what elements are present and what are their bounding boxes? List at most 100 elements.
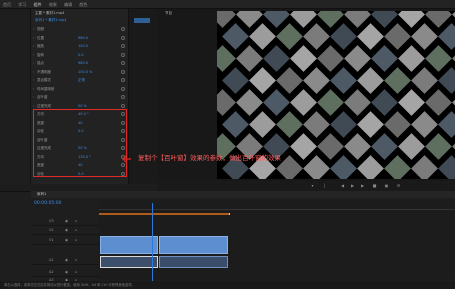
work-area-end xyxy=(229,213,230,215)
param-label: 不透明度 xyxy=(37,69,51,74)
keyframe-icon[interactable] xyxy=(121,52,125,57)
annotation-text: 复制个【百叶窗】效果的参数，做出百叶窗的效果 xyxy=(138,154,281,162)
expand-icon[interactable]: › xyxy=(33,69,34,75)
effect-param-row[interactable]: › 锚点 960.0 xyxy=(31,60,129,66)
track-header[interactable]: V3 ◉ ▫ xyxy=(31,217,99,226)
param-value[interactable]: 100.0 % xyxy=(78,69,92,75)
sequence-label: 序列1 * 素材1.mp4 xyxy=(35,18,67,22)
playhead[interactable] xyxy=(152,203,153,281)
lock-icon[interactable]: ▫ xyxy=(75,228,77,232)
lock-icon[interactable]: ▫ xyxy=(75,258,77,262)
transport-bar xyxy=(157,181,455,191)
keyframe-icon[interactable] xyxy=(121,35,125,40)
tab-color[interactable]: 颜色 xyxy=(76,0,90,9)
expand-icon[interactable]: › xyxy=(33,43,34,49)
video-clip-1[interactable] xyxy=(100,236,158,254)
keyframe-icon[interactable] xyxy=(121,78,125,82)
track-label: A2 xyxy=(49,270,54,274)
tab-home[interactable]: 首页 xyxy=(0,0,14,9)
track-header[interactable]: V1 ◉ ▫ xyxy=(31,236,99,245)
track-label: A1 xyxy=(49,258,54,262)
effect-param-row[interactable]: › 旋转 0.0 xyxy=(31,52,129,58)
step-forward-icon[interactable]: ▶ xyxy=(360,183,365,188)
effect-param-row[interactable]: › 不透明度 100.0 % xyxy=(31,69,129,75)
sequence-tab[interactable]: 序列1 xyxy=(37,192,46,197)
eye-icon[interactable]: ◉ xyxy=(65,228,68,232)
eye-icon[interactable]: ◉ xyxy=(65,270,68,274)
arrow-icon xyxy=(122,155,131,163)
lock-icon[interactable]: ▫ xyxy=(75,238,77,242)
param-label: 时间重映射 xyxy=(37,86,55,91)
param-label: 混合模式 xyxy=(37,78,51,82)
param-value[interactable]: 50 % xyxy=(78,103,87,109)
expand-icon[interactable]: › xyxy=(33,94,34,100)
track-label: V1 xyxy=(49,238,54,242)
effect-param-row[interactable]: › 百叶窗 xyxy=(31,94,129,100)
effect-param-row[interactable]: › 缩放 100.0 xyxy=(31,43,129,49)
mark-in-icon[interactable]: ▾ xyxy=(310,183,315,188)
effect-param-row[interactable]: › 混合模式 正常 xyxy=(31,77,129,83)
param-value[interactable]: 960.0 xyxy=(78,60,88,66)
expand-icon[interactable]: › xyxy=(33,60,34,66)
param-label: 过渡完成 xyxy=(37,103,51,108)
effect-param-row[interactable]: › 过渡完成 50 % xyxy=(31,103,129,109)
video-clip-2[interactable] xyxy=(159,236,228,254)
track-label: V2 xyxy=(49,228,54,232)
play-icon[interactable]: ▶ xyxy=(350,183,355,188)
expand-icon[interactable]: › xyxy=(33,86,34,92)
param-value[interactable]: 0.0 xyxy=(78,52,84,58)
keyframe-icon[interactable] xyxy=(121,103,125,108)
settings-icon[interactable]: ⚙ xyxy=(396,183,401,188)
param-value[interactable]: 960.0 xyxy=(78,35,88,41)
keyframe-icon[interactable] xyxy=(121,61,125,65)
camera-icon[interactable]: ▣ xyxy=(384,183,389,188)
tab-learn[interactable]: 学习 xyxy=(15,0,29,9)
lock-icon[interactable]: ▫ xyxy=(75,270,77,274)
export-frame-icon[interactable]: ■ xyxy=(372,183,377,188)
audio-clip-2[interactable] xyxy=(159,256,228,268)
expand-icon[interactable]: › xyxy=(33,35,34,41)
ec-clip-bar xyxy=(134,18,150,23)
param-value[interactable]: 正常 xyxy=(78,77,85,83)
keyframe-icon[interactable] xyxy=(121,69,125,74)
highlight-box xyxy=(33,109,127,177)
track-header[interactable]: A1 ◉ ▫ xyxy=(31,256,99,265)
eye-icon[interactable]: ◉ xyxy=(65,238,68,242)
effect-param-row[interactable]: › 视频 xyxy=(31,26,129,32)
keyframe-icon[interactable] xyxy=(121,27,125,31)
timeline-header: 序列1 xyxy=(31,191,455,198)
param-label: 位置 xyxy=(37,35,44,40)
tab-assembly[interactable]: 组件 xyxy=(31,0,45,9)
keyframe-icon[interactable] xyxy=(121,44,125,48)
audio-clip-1[interactable] xyxy=(100,256,158,268)
eye-icon[interactable]: ◉ xyxy=(65,258,68,262)
step-back-icon[interactable]: ◀ xyxy=(340,183,345,188)
status-bar: 单击以选择，或单击空白处并拖动以进行框选。使用 Shift、Alt 和 Ctrl… xyxy=(0,281,455,289)
mark-out-icon[interactable]: | xyxy=(322,183,327,188)
expand-icon[interactable]: › xyxy=(33,103,34,109)
keyframe-icon[interactable] xyxy=(121,95,125,99)
effect-param-row[interactable]: › 时间重映射 xyxy=(31,86,129,92)
project-panel xyxy=(0,9,31,184)
param-value[interactable]: 100.0 xyxy=(78,43,88,49)
track-label: V3 xyxy=(49,219,54,223)
work-area-bar[interactable] xyxy=(99,213,229,215)
param-label: 锚点 xyxy=(37,61,44,65)
param-label: 旋转 xyxy=(37,52,44,57)
effect-param-row[interactable]: › 位置 960.0 xyxy=(31,35,129,41)
expand-icon[interactable]: › xyxy=(33,52,34,58)
lock-icon[interactable]: ▫ xyxy=(75,219,77,223)
workspace-bar: 首页 学习 组件 效果 编辑 颜色 xyxy=(0,0,455,9)
param-label: 百叶窗 xyxy=(37,95,48,99)
param-label: 缩放 xyxy=(37,44,44,48)
tab-edit[interactable]: 编辑 xyxy=(61,0,75,9)
source-label: 主要 * 素材1.mp4 xyxy=(35,11,65,15)
tab-effects[interactable]: 效果 xyxy=(46,0,60,9)
eye-icon[interactable]: ◉ xyxy=(65,219,68,223)
expand-icon[interactable]: › xyxy=(33,26,34,32)
keyframe-icon[interactable] xyxy=(121,86,125,91)
app-root: { "header": { "tabs": ["首页","学习","组件","效… xyxy=(0,0,455,289)
timecode[interactable]: 00:00:05:00 xyxy=(34,201,61,206)
track-header[interactable]: V2 ◉ ▫ xyxy=(31,226,99,235)
expand-icon[interactable]: › xyxy=(33,77,34,83)
